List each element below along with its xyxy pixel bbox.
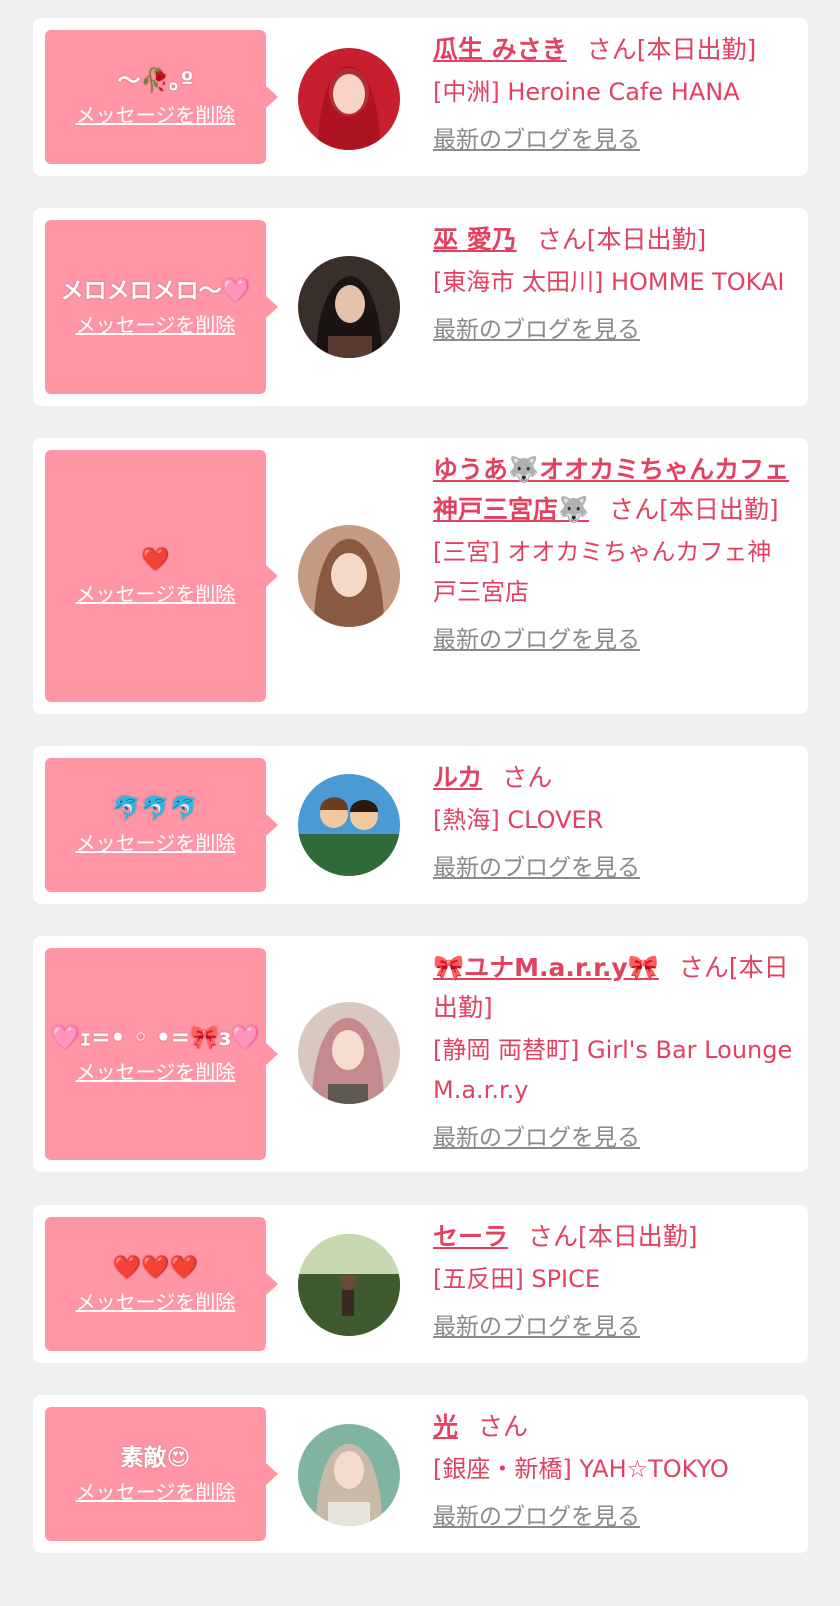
message-text: 〜🥀｡º <box>117 68 194 94</box>
name-line: 🎀ユナM.a.r.r.y🎀 さん[本日出勤] <box>433 948 793 1028</box>
name-suffix: さん[本日出勤] <box>609 495 779 524</box>
name-line: 巫 愛乃 さん[本日出勤] <box>433 220 793 260</box>
delete-message-link[interactable]: メッセージを削除 <box>76 1289 236 1315</box>
message-text: ❤️❤️❤️ <box>112 1255 199 1281</box>
cast-name-link[interactable]: ルカ <box>433 763 482 792</box>
favorite-card: ❤️ メッセージを削除 ゆうあ🐺オオカミちゃんカフェ神戸三宮店🐺 さん[本日出勤]… <box>33 438 808 714</box>
shop-info: [熱海] CLOVER <box>433 806 604 834</box>
avatar-image <box>298 1234 400 1336</box>
message-bubble: 🐬🐬🐬 メッセージを削除 <box>45 758 278 892</box>
latest-blog-link[interactable]: 最新のブログを見る <box>433 1501 640 1533</box>
avatar-image <box>298 1002 400 1104</box>
cast-name-link[interactable]: 巫 愛乃 <box>433 225 517 254</box>
latest-blog-link[interactable]: 最新のブログを見る <box>433 124 640 156</box>
cast-name-link[interactable]: 🎀ユナM.a.r.r.y🎀 <box>433 953 659 982</box>
shop-info: [銀座・新橋] YAH☆TOKYO <box>433 1455 729 1483</box>
message-text: 🐬🐬🐬 <box>112 796 199 822</box>
latest-blog-link[interactable]: 最新のブログを見る <box>433 1311 640 1343</box>
favorite-card: 〜🥀｡º メッセージを削除 瓜生 みさき さん[本日出勤] [中洲] Heroin… <box>33 18 808 176</box>
delete-message-link[interactable]: メッセージを削除 <box>76 102 236 128</box>
favorite-card: 🐬🐬🐬 メッセージを削除 ルカ さん [熱海] CLOVER 最新のブログを見る <box>33 746 808 904</box>
shop-info: [三宮] オオカミちゃんカフェ神戸三宮店 <box>433 538 772 606</box>
name-line: セーラ さん[本日出勤] <box>433 1217 793 1257</box>
message-bubble: ❤️ メッセージを削除 <box>45 450 278 702</box>
favorite-card: 素敵😍 メッセージを削除 光さん [銀座・新橋] YAH☆TOKYO 最新のブロ… <box>33 1395 808 1553</box>
cast-name-link[interactable]: 光 <box>433 1412 458 1441</box>
favorite-card: 🩷ｪ=• ◦ •=🎀ɜ🩷 メッセージを削除 🎀ユナM.a.r.r.y🎀 さん[本日… <box>33 936 808 1172</box>
name-line: 光さん <box>433 1407 793 1447</box>
name-suffix: さん[本日出勤] <box>586 35 757 64</box>
message-text: 🩷ｪ=• ◦ •=🎀ɜ🩷 <box>51 1025 260 1051</box>
message-text: ❤️ <box>141 547 170 573</box>
avatar[interactable] <box>298 525 400 627</box>
name-suffix: さん[本日出勤] <box>528 1222 698 1251</box>
shop-info: [五反田] SPICE <box>433 1265 601 1293</box>
delete-message-link[interactable]: メッセージを削除 <box>76 830 236 856</box>
delete-message-link[interactable]: メッセージを削除 <box>76 1059 236 1085</box>
name-line: 瓜生 みさき さん[本日出勤] <box>433 30 793 70</box>
message-bubble: 〜🥀｡º メッセージを削除 <box>45 30 278 164</box>
delete-message-link[interactable]: メッセージを削除 <box>76 581 236 607</box>
avatar-image <box>298 256 400 358</box>
avatar-image <box>298 525 400 627</box>
delete-message-link[interactable]: メッセージを削除 <box>76 1479 236 1505</box>
message-text: 素敵😍 <box>120 1445 191 1471</box>
shop-info: [静岡 両替町] Girl's Bar Lounge M.a.r.r.y <box>433 1036 793 1104</box>
avatar-image <box>298 48 400 150</box>
favorite-card: メロメロメロ〜🩷 メッセージを削除 巫 愛乃 さん[本日出勤] [東海市 太田川]… <box>33 208 808 406</box>
message-bubble: ❤️❤️❤️ メッセージを削除 <box>45 1217 278 1351</box>
message-text: メロメロメロ〜🩷 <box>60 278 251 304</box>
favorite-card: ❤️❤️❤️ メッセージを削除 セーラ さん[本日出勤] [五反田] SPICE … <box>33 1205 808 1363</box>
avatar[interactable] <box>298 774 400 876</box>
cast-name-link[interactable]: 瓜生 みさき <box>433 35 567 64</box>
name-suffix: さん <box>478 1412 529 1441</box>
message-bubble: メロメロメロ〜🩷 メッセージを削除 <box>45 220 278 394</box>
message-list: 〜🥀｡º メッセージを削除 瓜生 みさき さん[本日出勤] [中洲] Heroin… <box>0 0 840 1606</box>
latest-blog-link[interactable]: 最新のブログを見る <box>433 314 640 346</box>
shop-info: [東海市 太田川] HOMME TOKAI <box>433 268 785 296</box>
avatar[interactable] <box>298 48 400 150</box>
message-bubble: 素敵😍 メッセージを削除 <box>45 1407 278 1541</box>
name-line: ゆうあ🐺オオカミちゃんカフェ神戸三宮店🐺 さん[本日出勤] <box>433 450 793 530</box>
latest-blog-link[interactable]: 最新のブログを見る <box>433 624 640 656</box>
avatar-image <box>298 774 400 876</box>
name-line: ルカ さん <box>433 758 793 798</box>
delete-message-link[interactable]: メッセージを削除 <box>76 312 236 338</box>
shop-info: [中洲] Heroine Cafe HANA <box>433 78 740 106</box>
avatar[interactable] <box>298 1424 400 1526</box>
avatar[interactable] <box>298 1234 400 1336</box>
name-suffix: さん <box>502 763 553 792</box>
latest-blog-link[interactable]: 最新のブログを見る <box>433 852 640 884</box>
avatar[interactable] <box>298 256 400 358</box>
name-suffix: さん[本日出勤] <box>536 225 707 254</box>
cast-name-link[interactable]: セーラ <box>433 1222 508 1251</box>
message-bubble: 🩷ｪ=• ◦ •=🎀ɜ🩷 メッセージを削除 <box>45 948 278 1160</box>
avatar-image <box>298 1424 400 1526</box>
avatar[interactable] <box>298 1002 400 1104</box>
latest-blog-link[interactable]: 最新のブログを見る <box>433 1122 640 1154</box>
